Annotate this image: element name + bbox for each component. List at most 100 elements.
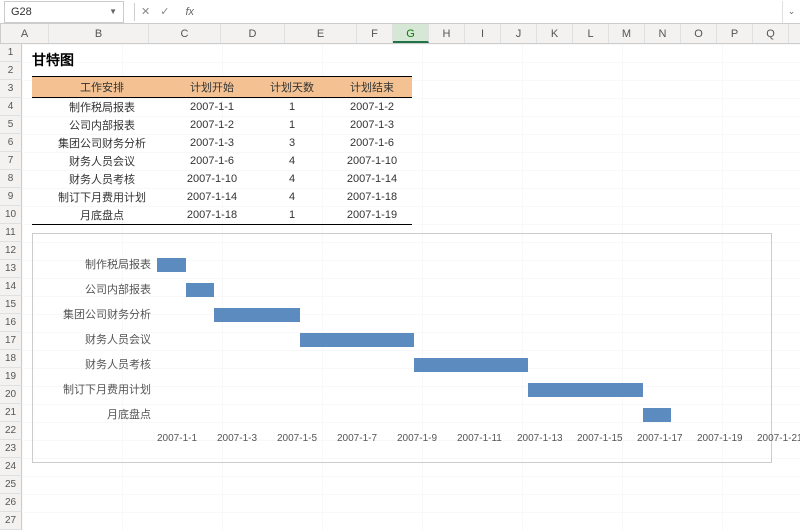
column-header-F[interactable]: F	[357, 24, 393, 43]
column-header-H[interactable]: H	[429, 24, 465, 43]
column-header-G[interactable]: G	[393, 24, 429, 43]
row-header-9[interactable]: 9	[0, 188, 22, 206]
table-header-cell: 计划天数	[252, 77, 332, 98]
row-header-13[interactable]: 13	[0, 260, 22, 278]
row-header-23[interactable]: 23	[0, 440, 22, 458]
column-header-P[interactable]: P	[717, 24, 753, 43]
gantt-chart[interactable]: 制作税局报表公司内部报表集团公司财务分析财务人员会议财务人员考核制订下月费用计划…	[32, 233, 772, 463]
table-cell[interactable]: 2007-1-19	[332, 206, 412, 225]
table-cell[interactable]: 2007-1-18	[332, 188, 412, 206]
table-cell[interactable]: 4	[252, 170, 332, 188]
table-cell[interactable]: 2007-1-6	[172, 152, 252, 170]
table-cell[interactable]: 公司内部报表	[32, 116, 172, 134]
table-cell[interactable]: 2007-1-3	[332, 116, 412, 134]
table-cell[interactable]: 2007-1-14	[332, 170, 412, 188]
gantt-category-label: 月底盘点	[47, 404, 151, 426]
row-header-8[interactable]: 8	[0, 170, 22, 188]
table-cell[interactable]: 2007-1-10	[332, 152, 412, 170]
gantt-category-label: 财务人员考核	[47, 354, 151, 376]
column-header-A[interactable]: A	[1, 24, 49, 43]
table-cell[interactable]: 财务人员考核	[32, 170, 172, 188]
gantt-category-label: 集团公司财务分析	[47, 304, 151, 326]
table-cell[interactable]: 财务人员会议	[32, 152, 172, 170]
table-cell[interactable]: 3	[252, 134, 332, 152]
gantt-bar[interactable]	[528, 383, 642, 397]
gantt-bar[interactable]	[300, 333, 414, 347]
row-header-4[interactable]: 4	[0, 98, 22, 116]
column-header-E[interactable]: E	[285, 24, 357, 43]
row-header-24[interactable]: 24	[0, 458, 22, 476]
table-cell[interactable]: 4	[252, 188, 332, 206]
table-header-cell: 计划结束	[332, 77, 412, 98]
table-cell[interactable]: 2007-1-18	[172, 206, 252, 225]
table-cell[interactable]: 月底盘点	[32, 206, 172, 225]
expand-formula-bar-icon[interactable]: ⌄	[782, 1, 800, 23]
table-cell[interactable]: 1	[252, 206, 332, 225]
row-header-17[interactable]: 17	[0, 332, 22, 350]
table-cell[interactable]: 2007-1-1	[172, 98, 252, 117]
gantt-plot-area	[157, 252, 757, 427]
row-header-18[interactable]: 18	[0, 350, 22, 368]
table-row: 财务人员会议2007-1-642007-1-10	[32, 152, 412, 170]
accept-icon[interactable]: ✓	[160, 5, 169, 18]
gantt-bar[interactable]	[157, 258, 186, 272]
row-header-21[interactable]: 21	[0, 404, 22, 422]
row-header-25[interactable]: 25	[0, 476, 22, 494]
gantt-bar[interactable]	[214, 308, 300, 322]
row-header-26[interactable]: 26	[0, 494, 22, 512]
column-header-K[interactable]: K	[537, 24, 573, 43]
row-header-12[interactable]: 12	[0, 242, 22, 260]
row-header-7[interactable]: 7	[0, 152, 22, 170]
table-cell[interactable]: 集团公司财务分析	[32, 134, 172, 152]
table-row: 月底盘点2007-1-1812007-1-19	[32, 206, 412, 225]
row-header-14[interactable]: 14	[0, 278, 22, 296]
table-cell[interactable]: 1	[252, 98, 332, 117]
gantt-bar[interactable]	[414, 358, 528, 372]
gantt-bar[interactable]	[643, 408, 672, 422]
fx-icon[interactable]: fx	[185, 6, 194, 18]
formula-input[interactable]	[194, 1, 782, 23]
row-header-2[interactable]: 2	[0, 62, 22, 80]
table-cell[interactable]: 2007-1-2	[172, 116, 252, 134]
row-header-3[interactable]: 3	[0, 80, 22, 98]
schedule-table: 工作安排计划开始计划天数计划结束 制作税局报表2007-1-112007-1-2…	[32, 76, 412, 225]
table-cell[interactable]: 4	[252, 152, 332, 170]
row-header-20[interactable]: 20	[0, 386, 22, 404]
sheet-body[interactable]: 甘特图 工作安排计划开始计划天数计划结束 制作税局报表2007-1-112007…	[22, 44, 800, 530]
column-header-C[interactable]: C	[149, 24, 221, 43]
name-box[interactable]: G28 ▼	[4, 1, 124, 23]
table-cell[interactable]: 2007-1-14	[172, 188, 252, 206]
table-cell[interactable]: 2007-1-3	[172, 134, 252, 152]
column-header-J[interactable]: J	[501, 24, 537, 43]
row-header-1[interactable]: 1	[0, 44, 22, 62]
row-header-19[interactable]: 19	[0, 368, 22, 386]
table-row: 财务人员考核2007-1-1042007-1-14	[32, 170, 412, 188]
table-cell[interactable]: 制作税局报表	[32, 98, 172, 117]
table-cell[interactable]: 2007-1-10	[172, 170, 252, 188]
row-header-10[interactable]: 10	[0, 206, 22, 224]
table-cell[interactable]: 2007-1-2	[332, 98, 412, 117]
row-header-11[interactable]: 11	[0, 224, 22, 242]
row-header-6[interactable]: 6	[0, 134, 22, 152]
column-header-B[interactable]: B	[49, 24, 149, 43]
column-header-N[interactable]: N	[645, 24, 681, 43]
gantt-bar[interactable]	[186, 283, 215, 297]
table-cell[interactable]: 2007-1-6	[332, 134, 412, 152]
row-header-27[interactable]: 27	[0, 512, 22, 530]
column-header-R[interactable]: R	[789, 24, 800, 43]
table-row: 制作税局报表2007-1-112007-1-2	[32, 98, 412, 117]
column-header-O[interactable]: O	[681, 24, 717, 43]
row-header-16[interactable]: 16	[0, 314, 22, 332]
column-header-Q[interactable]: Q	[753, 24, 789, 43]
dropdown-arrow-icon[interactable]: ▼	[109, 7, 117, 16]
row-header-22[interactable]: 22	[0, 422, 22, 440]
row-header-15[interactable]: 15	[0, 296, 22, 314]
table-cell[interactable]: 1	[252, 116, 332, 134]
column-header-L[interactable]: L	[573, 24, 609, 43]
column-header-I[interactable]: I	[465, 24, 501, 43]
table-cell[interactable]: 制订下月费用计划	[32, 188, 172, 206]
column-header-M[interactable]: M	[609, 24, 645, 43]
column-header-D[interactable]: D	[221, 24, 285, 43]
cancel-icon[interactable]: ✕	[141, 5, 150, 18]
row-header-5[interactable]: 5	[0, 116, 22, 134]
